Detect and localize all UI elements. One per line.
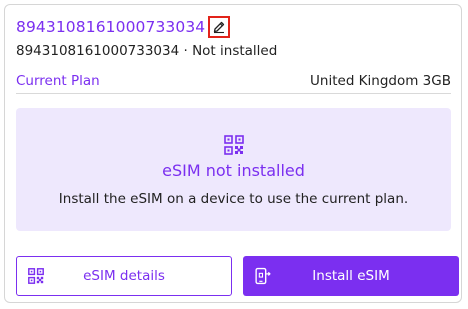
phone-install-icon — [255, 267, 271, 285]
status-title: eSIM not installed — [162, 161, 305, 180]
qr-code-icon — [28, 268, 44, 284]
iccid-title: 8943108161000733034 — [16, 18, 206, 36]
esim-card: 8943108161000733034 8943108161000733034 … — [4, 4, 462, 303]
install-esim-label: Install eSIM — [312, 268, 390, 284]
current-plan-value: United Kingdom 3GB — [310, 73, 451, 89]
iccid-header: 8943108161000733034 — [16, 14, 231, 40]
edit-name-button[interactable] — [208, 16, 231, 38]
iccid-status-line: 8943108161000733034 · Not installed — [16, 43, 278, 59]
install-status-panel: eSIM not installed Install the eSIM on a… — [16, 108, 451, 231]
current-plan-row: Current Plan United Kingdom 3GB — [16, 69, 451, 94]
edit-pencil-icon — [214, 21, 225, 34]
esim-details-button[interactable]: eSIM details — [16, 256, 232, 296]
current-plan-label: Current Plan — [16, 73, 100, 89]
install-esim-button[interactable]: Install eSIM — [243, 256, 459, 296]
esim-details-label: eSIM details — [83, 268, 165, 284]
status-description: Install the eSIM on a device to use the … — [58, 191, 409, 207]
qr-code-icon — [223, 135, 244, 155]
